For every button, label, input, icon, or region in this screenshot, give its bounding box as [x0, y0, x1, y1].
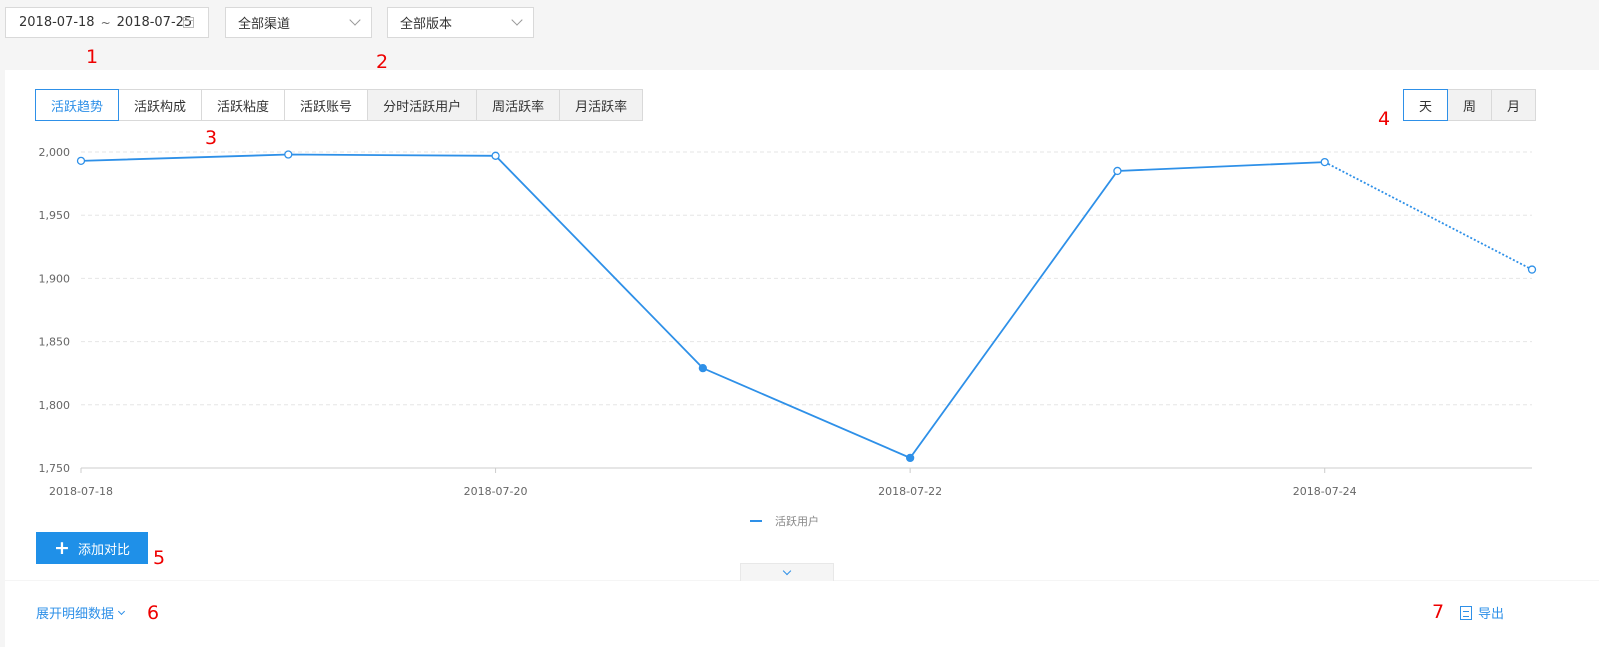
chart-collapse-toggle[interactable] [740, 563, 834, 581]
series-line [80, 153, 1325, 460]
version-value: 全部版本 [400, 17, 453, 32]
period-month[interactable]: 月 [1491, 89, 1536, 121]
chevron-down-icon [117, 607, 126, 615]
export-icon [1460, 605, 1472, 620]
annotation-marker: 1 [86, 46, 99, 68]
date-start: 2018-07-18 [19, 15, 95, 30]
chevron-down-icon [782, 566, 792, 576]
version-select[interactable]: 全部版本 [387, 7, 534, 38]
y-tick-label: 2,000 [39, 146, 71, 159]
annotation-marker: 3 [205, 127, 218, 149]
legend-swatch [750, 520, 762, 522]
x-tick-label: 2018-07-24 [1293, 485, 1357, 498]
data-point [284, 150, 293, 159]
data-point [1527, 265, 1537, 274]
expand-details-link[interactable]: 展开明细数据 [36, 603, 126, 622]
x-tick-label: 2018-07-20 [464, 485, 528, 498]
annotation-marker: 4 [1378, 108, 1391, 130]
y-tick-label: 1,800 [39, 399, 71, 412]
plus-icon: + [54, 536, 70, 559]
annotation-marker: 5 [153, 547, 166, 569]
channel-value: 全部渠道 [238, 17, 291, 32]
x-tick-label: 2018-07-18 [49, 485, 113, 498]
export-label: 导出 [1478, 607, 1505, 622]
data-point [698, 363, 708, 373]
tab-active-accounts[interactable]: 活跃账号 [284, 89, 369, 121]
add-compare-label: 添加对比 [77, 542, 130, 558]
period-week[interactable]: 周 [1447, 89, 1492, 121]
chart-legend[interactable]: 活跃用户 [750, 513, 819, 529]
series-line-forecast [1324, 161, 1533, 271]
tab-active-trend[interactable]: 活跃趋势 [35, 89, 120, 121]
annotation-marker: 2 [376, 51, 389, 73]
x-tick-label: 2018-07-22 [878, 485, 942, 498]
data-point [1113, 166, 1122, 176]
y-tick-label: 1,950 [39, 209, 71, 222]
date-separator: ~ [100, 15, 111, 30]
channel-select[interactable]: 全部渠道 [225, 7, 372, 38]
active-users-line-chart: 2,000 1,950 1,900 1,850 1,800 1,750 2018-07-18… [39, 146, 1537, 498]
data-point [491, 151, 500, 160]
y-tick-label: 1,900 [39, 272, 71, 285]
y-tick-label: 1,750 [39, 462, 71, 475]
period-day[interactable]: 天 [1403, 89, 1448, 121]
chevron-down-icon [511, 14, 523, 26]
details-bar [5, 581, 1599, 647]
period-switch: 天 周 月 [1403, 89, 1536, 121]
annotation-marker: 6 [147, 602, 160, 624]
legend-label: 活跃用户 [775, 515, 819, 528]
chevron-down-icon [349, 14, 361, 26]
metric-tabs: 活跃趋势 活跃构成 活跃粘度 活跃账号 分时活跃用户 周活跃率 月活跃率 [35, 89, 644, 121]
tab-monthly-active-rate[interactable]: 月活跃率 [559, 89, 644, 121]
tab-active-composition[interactable]: 活跃构成 [118, 89, 203, 121]
calendar-icon [183, 17, 194, 28]
data-point [76, 156, 86, 165]
tab-weekly-active-rate[interactable]: 周活跃率 [476, 89, 561, 121]
tab-hourly-active-users[interactable]: 分时活跃用户 [367, 89, 478, 121]
add-compare-button[interactable]: + 添加对比 [36, 532, 148, 564]
export-button[interactable]: 导出 [1460, 603, 1504, 622]
expand-details-label: 展开明细数据 [36, 607, 115, 622]
tab-active-stickiness[interactable]: 活跃粘度 [201, 89, 286, 121]
date-range-picker[interactable]: 2018-07-18 ~ 2018-07-25 [5, 7, 209, 38]
y-tick-label: 1,850 [39, 336, 71, 349]
date-end: 2018-07-25 [116, 15, 193, 30]
data-point [1320, 157, 1329, 167]
data-point [905, 453, 915, 463]
annotation-marker: 7 [1432, 601, 1445, 623]
